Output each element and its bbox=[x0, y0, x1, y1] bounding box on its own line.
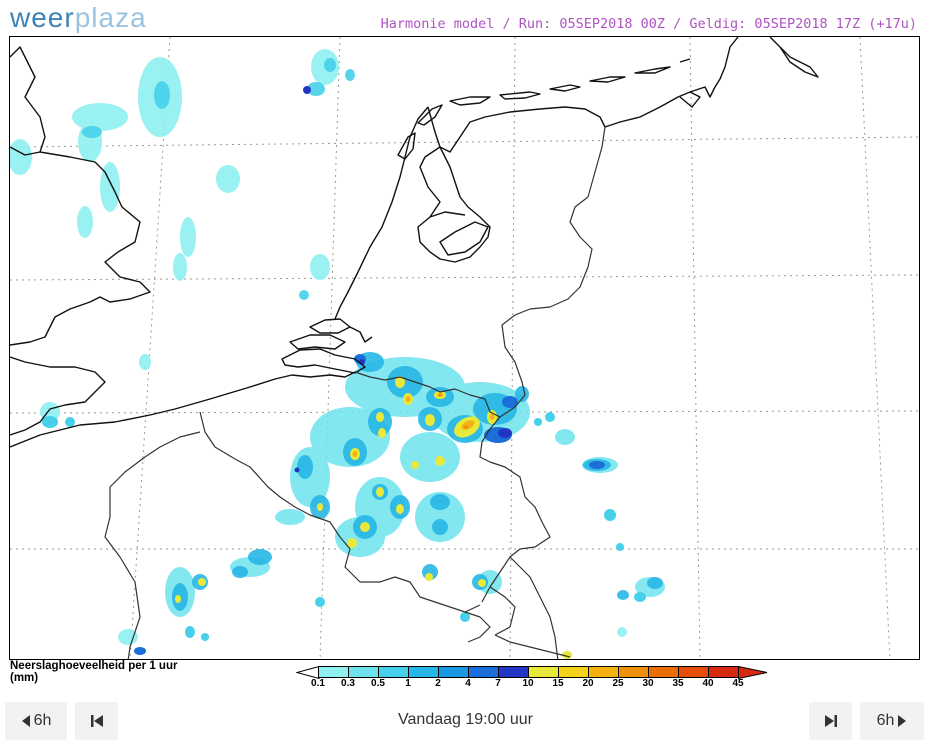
triangle-right-icon bbox=[898, 715, 907, 727]
scale-segment bbox=[678, 666, 709, 678]
scale-label: 30 bbox=[642, 678, 654, 689]
last-frame-button[interactable] bbox=[809, 702, 852, 740]
scale-label: 4 bbox=[465, 678, 471, 689]
weerplaza-logo[interactable]: weerplaza bbox=[10, 2, 147, 34]
scale-segment bbox=[378, 666, 409, 678]
scale-segment bbox=[408, 666, 439, 678]
scale-label: 35 bbox=[672, 678, 684, 689]
scale-segment bbox=[348, 666, 379, 678]
scale-label: 45 bbox=[732, 678, 744, 689]
forward-6h-button[interactable]: 6h bbox=[860, 702, 924, 740]
model-run-info: Harmonie model / Run: 05SEP2018 00Z / Ge… bbox=[380, 16, 917, 32]
scale-label: 40 bbox=[702, 678, 714, 689]
forward-6h-label: 6h bbox=[876, 712, 895, 729]
scale-segment bbox=[498, 666, 529, 678]
scale-label: 2 bbox=[435, 678, 441, 689]
scale-label: 15 bbox=[552, 678, 564, 689]
legend-title-line1: Neerslaghoeveelheid per 1 uur bbox=[10, 660, 178, 672]
scale-segment bbox=[648, 666, 679, 678]
scale-label: 25 bbox=[612, 678, 624, 689]
scale-segment bbox=[708, 666, 739, 678]
scale-label: 0.5 bbox=[371, 678, 385, 689]
precipitation-map bbox=[9, 36, 920, 660]
scale-label: 10 bbox=[522, 678, 534, 689]
precipitation-color-scale: 0.1 0.3 0.5 1 2 4 7 10 15 20 25 30 35 40 45 bbox=[296, 664, 768, 694]
scale-label: 0.1 bbox=[311, 678, 325, 689]
current-time-label: Vandaag 19:00 uur bbox=[398, 711, 533, 728]
scale-label: 0.3 bbox=[341, 678, 355, 689]
precipitation-cells bbox=[10, 49, 665, 659]
scale-label: 7 bbox=[495, 678, 501, 689]
logo-part-plaza: plaza bbox=[74, 2, 147, 33]
scale-segment bbox=[528, 666, 559, 678]
scale-segment bbox=[558, 666, 589, 678]
scale-segment bbox=[588, 666, 619, 678]
scale-label: 1 bbox=[405, 678, 411, 689]
legend-title: Neerslaghoeveelheid per 1 uur (mm) bbox=[10, 660, 177, 684]
logo-part-weer: weer bbox=[10, 2, 75, 33]
scale-label: 20 bbox=[582, 678, 594, 689]
scale-bar bbox=[318, 666, 739, 678]
scale-segment bbox=[618, 666, 649, 678]
legend-title-line2: (mm) bbox=[10, 672, 39, 684]
scale-segment bbox=[318, 666, 349, 678]
skip-forward-icon bbox=[824, 715, 837, 727]
map-graphic bbox=[10, 37, 919, 659]
scale-segment bbox=[438, 666, 469, 678]
scale-segment bbox=[468, 666, 499, 678]
